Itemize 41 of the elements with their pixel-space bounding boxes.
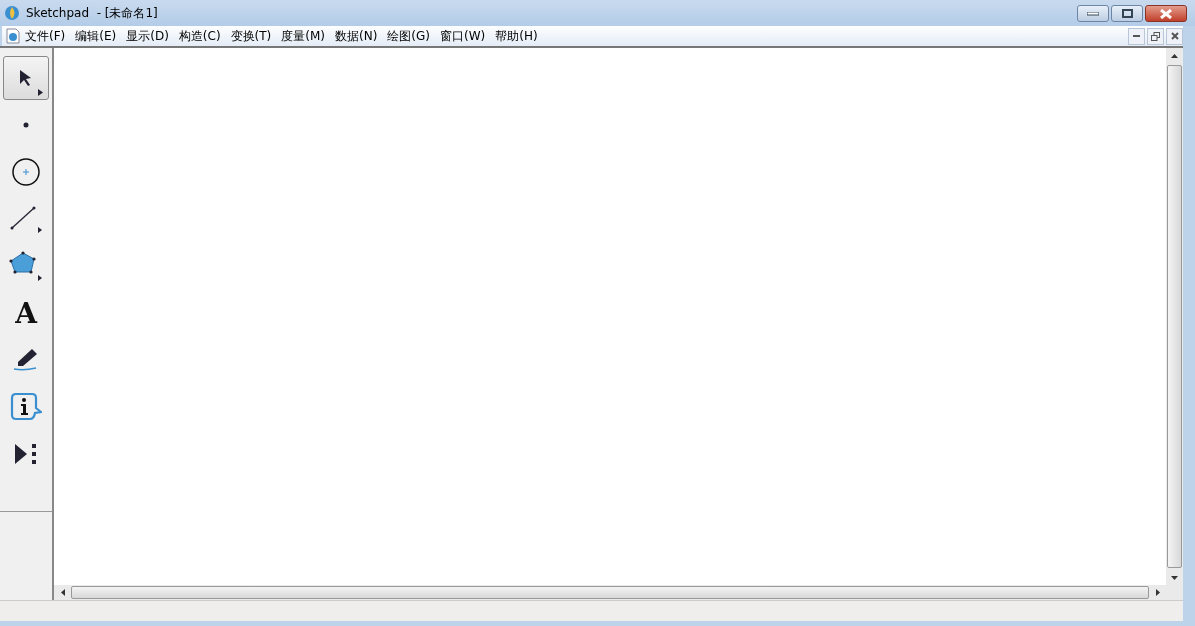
menu-item[interactable]: 绘图(G)	[382, 27, 435, 45]
maximize-button[interactable]	[1111, 5, 1143, 22]
down-arrow-icon	[1171, 575, 1178, 580]
submenu-arrow-icon	[38, 89, 43, 96]
up-arrow-icon	[1171, 53, 1178, 58]
menu-item[interactable]: 编辑(E)	[70, 27, 122, 45]
menu-item[interactable]: 构造(C)	[173, 27, 226, 45]
right-arrow-icon	[1155, 589, 1160, 596]
line-segment-icon	[9, 204, 43, 234]
restore-button[interactable]	[1147, 27, 1164, 45]
tool-button[interactable]	[3, 56, 49, 100]
information-icon	[10, 392, 42, 422]
window-title: Sketchpad - [未命名1]	[26, 4, 158, 22]
maximize-icon	[1121, 9, 1133, 18]
left-arrow-icon	[60, 589, 65, 596]
minimize-button[interactable]	[1128, 27, 1145, 45]
menu-item[interactable]: 文件(F)	[20, 27, 71, 45]
point-icon	[23, 122, 29, 128]
play-more-icon	[13, 442, 39, 466]
menu-item[interactable]: 变换(T)	[225, 27, 277, 45]
scroll-thumb[interactable]	[71, 586, 1149, 599]
close-button[interactable]	[1145, 5, 1187, 22]
minimize-icon	[1087, 11, 1099, 16]
restore-icon	[1151, 31, 1160, 41]
scroll-thumb[interactable]	[1167, 65, 1182, 568]
menu-item[interactable]: 数据(N)	[330, 27, 383, 45]
close-icon	[1170, 32, 1179, 40]
close-icon	[1160, 8, 1172, 19]
minimize-icon	[1133, 35, 1140, 37]
pentagon-icon	[9, 250, 43, 282]
circle-icon	[11, 157, 41, 187]
menu-item[interactable]: 帮助(H)	[490, 27, 543, 45]
horizontal-scrollbar[interactable]	[54, 585, 1183, 600]
document-icon	[6, 28, 20, 44]
menu-item[interactable]: 度量(M)	[276, 27, 330, 45]
marker-pen-icon	[12, 347, 40, 373]
tool-button[interactable]: A	[3, 291, 49, 335]
menu-item[interactable]: 显示(D)	[121, 27, 174, 45]
menu-item[interactable]: 窗口(W)	[435, 27, 491, 45]
app-logo-icon	[4, 5, 20, 21]
vertical-scrollbar[interactable]	[1166, 48, 1183, 585]
